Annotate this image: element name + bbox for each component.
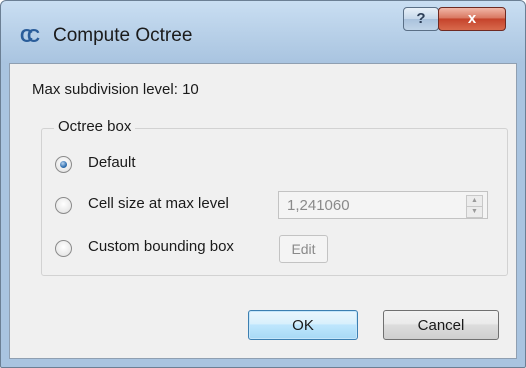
help-button[interactable]: ? — [403, 7, 439, 31]
window-title: Compute Octree — [53, 25, 193, 46]
custom-bbox-option-label[interactable]: Custom bounding box — [88, 238, 234, 255]
dialog-body: Max subdivision level: 10 Octree box Def… — [9, 63, 517, 359]
title-bar[interactable]: CC Compute Octree ? x — [1, 1, 525, 63]
cell-size-spinbox[interactable]: 1,241060 ▲ ▼ — [278, 191, 488, 219]
cell-size-option-label[interactable]: Cell size at max level — [88, 195, 229, 212]
close-button[interactable]: x — [438, 7, 506, 31]
cancel-button[interactable]: Cancel — [383, 310, 499, 340]
group-title: Octree box — [54, 118, 136, 135]
spin-down-arrow-icon[interactable]: ▼ — [466, 206, 483, 218]
cell-size-value[interactable]: 1,241060 — [287, 197, 350, 214]
ok-button[interactable]: OK — [248, 310, 358, 340]
default-radio[interactable] — [55, 156, 72, 173]
radio-selected-dot — [60, 161, 67, 168]
max-level-label: Max subdivision level: 10 — [32, 81, 199, 98]
edit-button[interactable]: Edit — [279, 235, 328, 263]
app-icon: CC — [20, 26, 40, 46]
cell-size-radio[interactable] — [55, 197, 72, 214]
default-option-label[interactable]: Default — [88, 154, 136, 171]
custom-bbox-radio[interactable] — [55, 240, 72, 257]
compute-octree-window: CC Compute Octree ? x Max subdivision le… — [0, 0, 526, 368]
